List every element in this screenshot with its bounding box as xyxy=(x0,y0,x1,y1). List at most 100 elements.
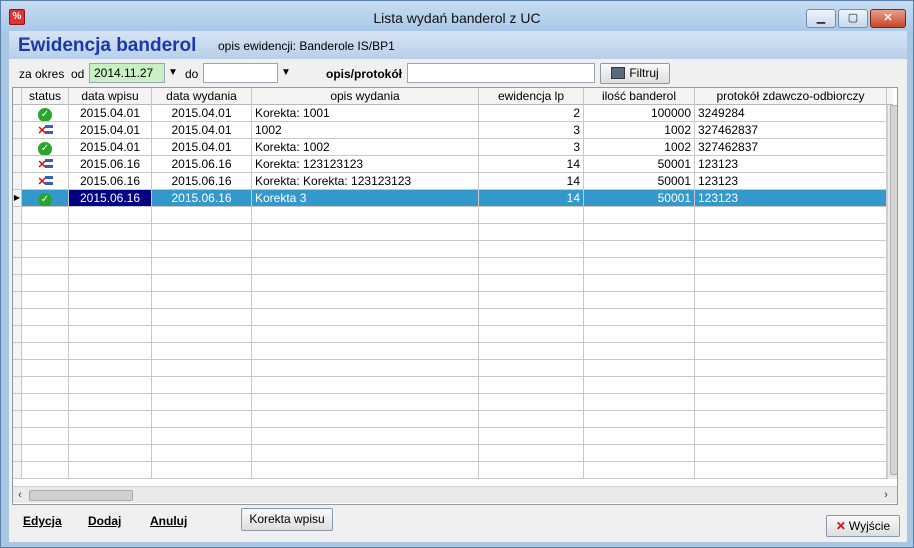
cell-data-wydania[interactable]: 2015.04.01 xyxy=(152,139,252,156)
table-row[interactable]: ✓ 2015.04.01 2015.04.01 Korekta: 1001 2 10000… xyxy=(13,105,887,122)
data-grid[interactable]: status data wpisu data wydania opis wyda… xyxy=(12,87,898,505)
cell-ilosc-banderol[interactable]: 50001 xyxy=(584,156,695,173)
col-protokol[interactable]: protokół zdawczo-odbiorczy xyxy=(695,88,887,105)
cell-data-wpisu[interactable] xyxy=(69,326,152,343)
cell-ewidencja-lp[interactable] xyxy=(479,462,584,479)
cell-opis-wydania[interactable]: Korekta 3 xyxy=(252,190,479,207)
cell-ilosc-banderol[interactable] xyxy=(584,411,695,428)
cell-opis-wydania[interactable] xyxy=(252,241,479,258)
empty-row[interactable] xyxy=(13,462,887,479)
scroll-left-icon[interactable]: ‹ xyxy=(13,487,27,503)
cell-opis-wydania[interactable]: Korekta: 1001 xyxy=(252,105,479,122)
cell-data-wpisu[interactable] xyxy=(69,394,152,411)
vertical-scrollbar[interactable] xyxy=(887,105,897,479)
cell-ilosc-banderol[interactable] xyxy=(584,326,695,343)
cell-ewidencja-lp[interactable] xyxy=(479,377,584,394)
cell-opis-wydania[interactable] xyxy=(252,275,479,292)
cell-protokol[interactable]: 123123 xyxy=(695,190,887,207)
cell-ewidencja-lp[interactable]: 2 xyxy=(479,105,584,122)
cell-status[interactable] xyxy=(22,377,69,394)
edycja-link[interactable]: Edycja xyxy=(23,514,62,528)
cell-data-wpisu[interactable]: 2015.04.01 xyxy=(69,105,152,122)
empty-row[interactable] xyxy=(13,275,887,292)
cell-opis-wydania[interactable] xyxy=(252,224,479,241)
empty-row[interactable] xyxy=(13,258,887,275)
empty-row[interactable] xyxy=(13,360,887,377)
empty-row[interactable] xyxy=(13,207,887,224)
cell-opis-wydania[interactable] xyxy=(252,394,479,411)
cell-data-wydania[interactable]: 2015.06.16 xyxy=(152,190,252,207)
cell-data-wpisu[interactable]: 2015.04.01 xyxy=(69,139,152,156)
empty-row[interactable] xyxy=(13,343,887,360)
cell-ewidencja-lp[interactable]: 14 xyxy=(479,190,584,207)
cell-status[interactable] xyxy=(22,343,69,360)
row-selector[interactable] xyxy=(13,207,22,224)
empty-row[interactable] xyxy=(13,445,887,462)
cell-ilosc-banderol[interactable] xyxy=(584,258,695,275)
cell-ilosc-banderol[interactable] xyxy=(584,445,695,462)
cell-protokol[interactable] xyxy=(695,343,887,360)
row-selector[interactable] xyxy=(13,122,22,139)
col-data-wydania[interactable]: data wydania xyxy=(152,88,252,105)
cell-protokol[interactable] xyxy=(695,241,887,258)
cell-opis-wydania[interactable] xyxy=(252,377,479,394)
cell-protokol[interactable] xyxy=(695,377,887,394)
cell-ewidencja-lp[interactable] xyxy=(479,309,584,326)
cell-data-wpisu[interactable] xyxy=(69,241,152,258)
cell-data-wpisu[interactable] xyxy=(69,462,152,479)
row-selector[interactable] xyxy=(13,326,22,343)
dodaj-link[interactable]: Dodaj xyxy=(88,514,121,528)
cell-data-wydania[interactable] xyxy=(152,275,252,292)
cell-protokol[interactable]: 327462837 xyxy=(695,122,887,139)
cell-protokol[interactable] xyxy=(695,360,887,377)
cell-protokol[interactable] xyxy=(695,411,887,428)
row-selector[interactable] xyxy=(13,139,22,156)
cell-data-wpisu[interactable] xyxy=(69,224,152,241)
empty-row[interactable] xyxy=(13,241,887,258)
cell-ilosc-banderol[interactable] xyxy=(584,275,695,292)
cell-protokol[interactable]: 327462837 xyxy=(695,139,887,156)
cell-ilosc-banderol[interactable]: 50001 xyxy=(584,190,695,207)
cell-protokol[interactable] xyxy=(695,207,887,224)
cell-data-wydania[interactable]: 2015.06.16 xyxy=(152,173,252,190)
cell-data-wpisu[interactable]: 2015.06.16 xyxy=(69,156,152,173)
cell-data-wpisu[interactable]: 2015.06.16 xyxy=(69,173,152,190)
cell-data-wydania[interactable] xyxy=(152,360,252,377)
cell-ewidencja-lp[interactable] xyxy=(479,241,584,258)
cell-opis-wydania[interactable] xyxy=(252,343,479,360)
row-selector[interactable] xyxy=(13,445,22,462)
cell-ilosc-banderol[interactable]: 1002 xyxy=(584,122,695,139)
cell-protokol[interactable] xyxy=(695,258,887,275)
cell-ewidencja-lp[interactable] xyxy=(479,292,584,309)
row-selector[interactable] xyxy=(13,377,22,394)
cell-data-wydania[interactable] xyxy=(152,343,252,360)
cell-ilosc-banderol[interactable]: 100000 xyxy=(584,105,695,122)
cell-data-wydania[interactable] xyxy=(152,445,252,462)
cell-status[interactable] xyxy=(22,411,69,428)
cell-ilosc-banderol[interactable] xyxy=(584,224,695,241)
col-ewidencja-lp[interactable]: ewidencja lp xyxy=(479,88,584,105)
row-selector[interactable] xyxy=(13,462,22,479)
cell-status[interactable] xyxy=(22,241,69,258)
cell-data-wydania[interactable] xyxy=(152,394,252,411)
cell-ewidencja-lp[interactable]: 3 xyxy=(479,122,584,139)
cell-data-wpisu[interactable]: 2015.06.16 xyxy=(69,190,152,207)
cell-status[interactable] xyxy=(22,462,69,479)
cell-status[interactable]: ✓ xyxy=(22,139,69,156)
cell-data-wpisu[interactable] xyxy=(69,275,152,292)
cell-opis-wydania[interactable] xyxy=(252,360,479,377)
cell-ewidencja-lp[interactable]: 14 xyxy=(479,156,584,173)
cell-opis-wydania[interactable] xyxy=(252,292,479,309)
cell-ilosc-banderol[interactable] xyxy=(584,292,695,309)
empty-row[interactable] xyxy=(13,394,887,411)
cell-ilosc-banderol[interactable] xyxy=(584,428,695,445)
cell-ilosc-banderol[interactable] xyxy=(584,360,695,377)
cell-status[interactable] xyxy=(22,309,69,326)
cell-data-wydania[interactable] xyxy=(152,224,252,241)
cell-opis-wydania[interactable] xyxy=(252,428,479,445)
cell-ewidencja-lp[interactable] xyxy=(479,326,584,343)
row-selector[interactable]: ▶ xyxy=(13,190,22,207)
cell-protokol[interactable]: 3249284 xyxy=(695,105,887,122)
row-selector[interactable] xyxy=(13,105,22,122)
date-from-dropdown-icon[interactable]: ▼ xyxy=(166,63,180,83)
